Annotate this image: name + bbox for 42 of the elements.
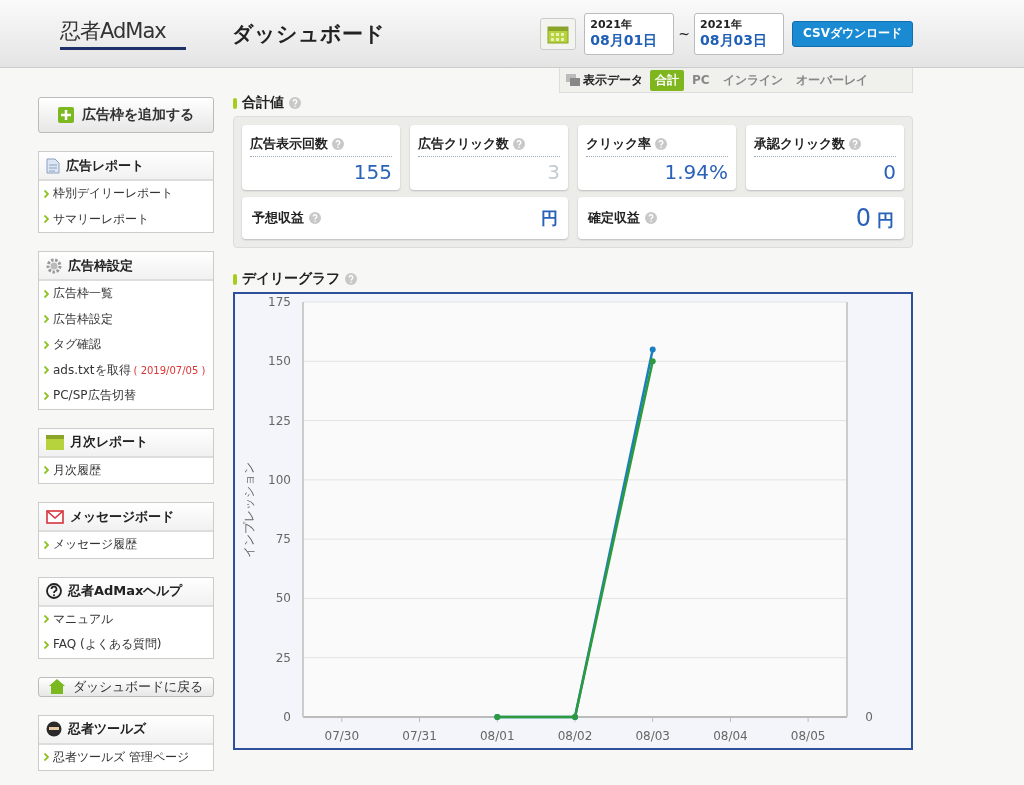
revenue-label: 確定収益: [588, 209, 640, 227]
x-tick-label: 08/01: [480, 729, 515, 743]
page-title: ダッシュボード: [232, 20, 385, 48]
x-tick-label: 08/03: [635, 729, 670, 743]
panel-title: メッセージボード: [70, 507, 174, 526]
x-tick-label: 08/02: [557, 729, 593, 743]
currency-unit: 円: [877, 209, 894, 232]
y-tick-label: 50: [275, 591, 291, 606]
y-tick-label: 100: [268, 472, 291, 487]
x-tick-label: 07/30: [324, 729, 360, 743]
y-tick-label: 125: [268, 413, 291, 428]
x-tick-label: 08/05: [790, 729, 826, 743]
stat-label: 広告クリック数: [418, 135, 509, 153]
x-tick-label: 08/04: [713, 729, 748, 743]
stat-value: 3: [546, 160, 560, 184]
section-title: デイリーグラフ: [242, 270, 340, 288]
panel-title: 忍者ツールズ: [68, 720, 146, 738]
section-title: 合計値: [242, 94, 284, 112]
currency-unit: 円: [541, 206, 558, 230]
stat-label: 広告表示回数: [250, 135, 328, 153]
panel-title: 月次レポート: [70, 433, 148, 451]
stat-label: クリック率: [586, 135, 651, 153]
stat-value: 1.94%: [663, 160, 728, 184]
panel-title: 広告レポート: [66, 156, 144, 175]
y-tick-label: 175: [268, 295, 291, 309]
x-tick-label: 07/31: [402, 729, 437, 743]
y-tick-label: 75: [275, 532, 291, 547]
y-axis-title: インプレッション: [242, 461, 256, 558]
stat-label: 承認クリック数: [754, 135, 845, 153]
y-tick-label: 150: [268, 354, 291, 369]
stat-value: 155: [352, 160, 392, 184]
right-axis-label: 0: [865, 710, 873, 724]
stat-value: 0: [882, 160, 896, 184]
date-note: ( 2019/07/05 ): [133, 364, 206, 376]
revenue-value: 0: [855, 204, 871, 232]
revenue-label: 予想収益: [252, 209, 304, 227]
range-separator: ~: [678, 25, 691, 42]
data-label: 表示データ: [583, 71, 643, 89]
panel-title: 忍者AdMaxヘルプ: [68, 582, 183, 600]
y-tick-label: 25: [275, 650, 291, 665]
panel-title: 広告枠設定: [68, 256, 133, 275]
y-tick-label: 0: [283, 710, 291, 724]
